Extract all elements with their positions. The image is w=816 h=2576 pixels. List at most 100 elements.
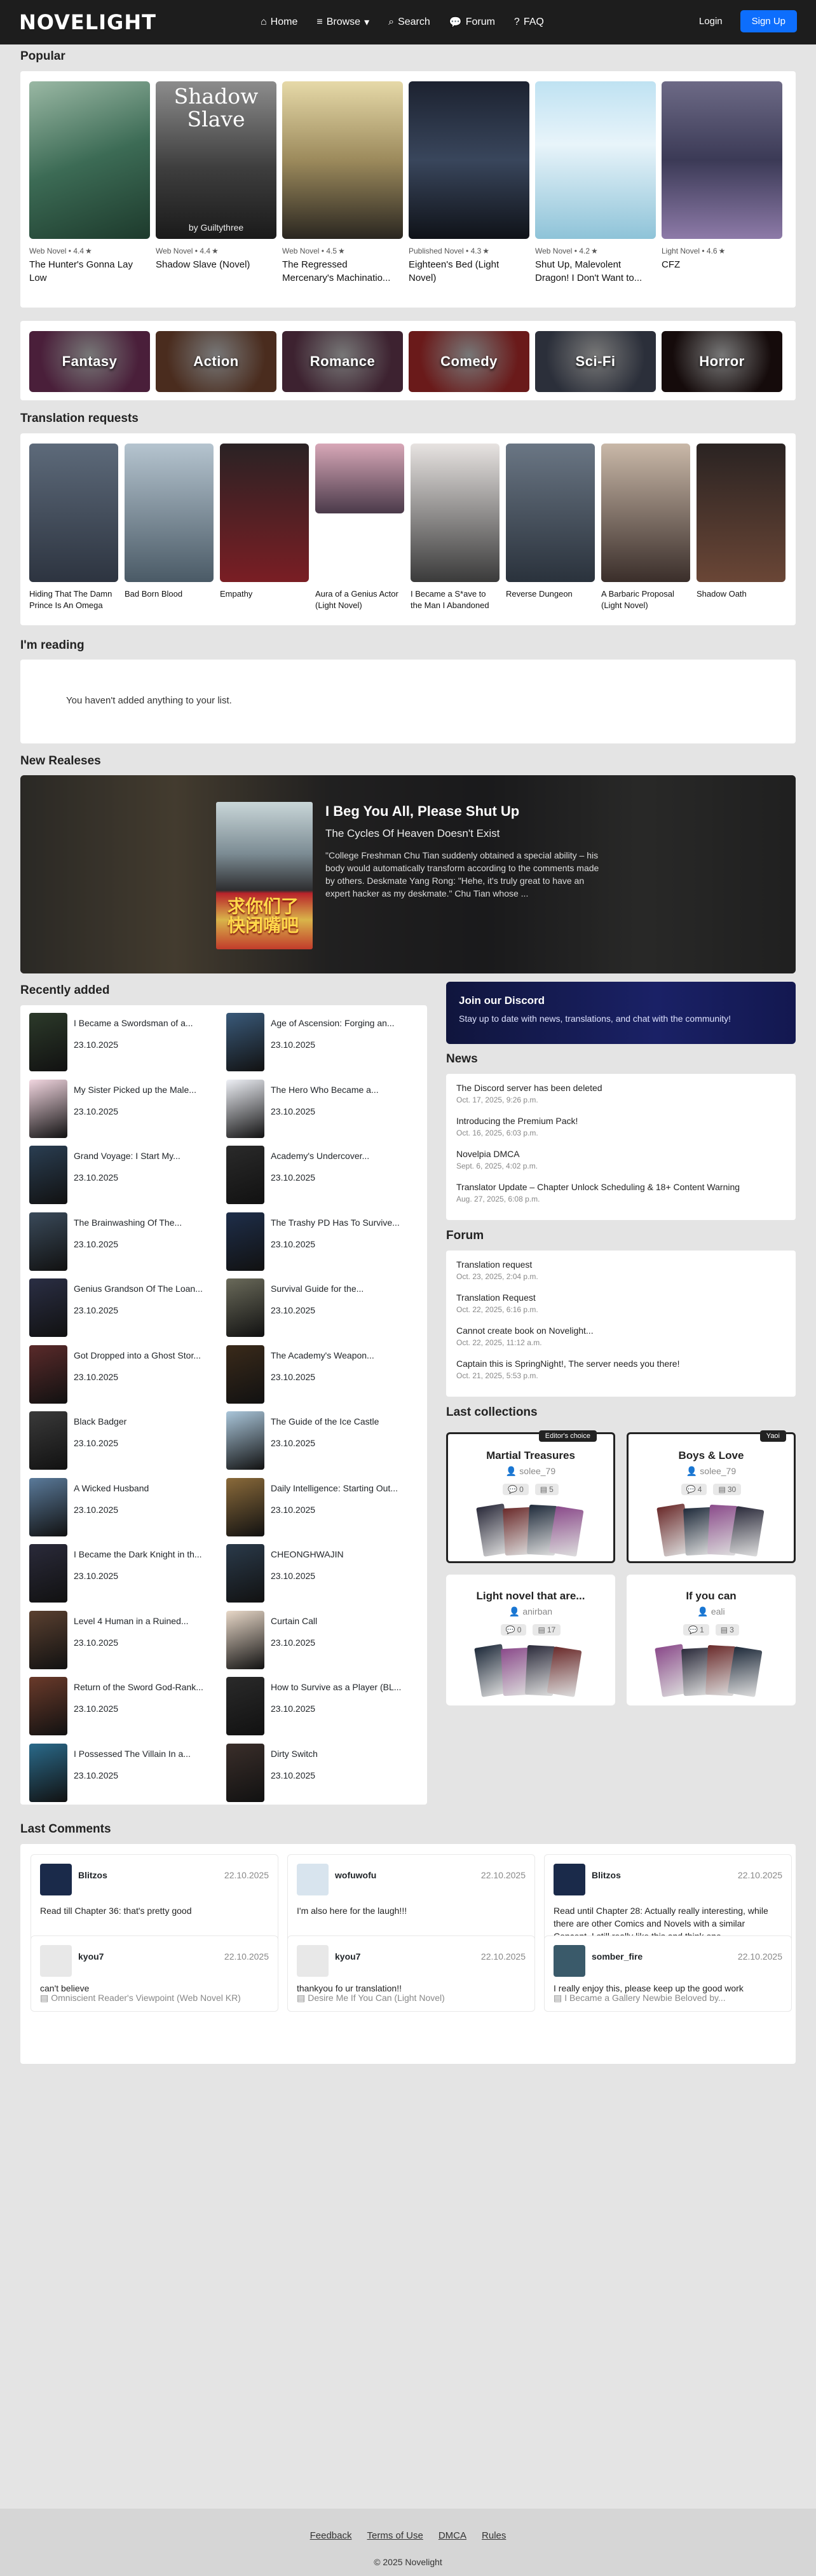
new-release-banner[interactable]: 求你们了 快闭嘴吧 I Beg You All, Please Shut Up T… <box>20 775 796 973</box>
avatar[interactable] <box>554 1864 585 1895</box>
translation-request-cover[interactable] <box>29 444 118 582</box>
recent-item[interactable]: My Sister Picked up the Male... 23.10.202… <box>29 1079 214 1138</box>
nav-search[interactable]: ⌕ Search <box>388 17 430 28</box>
popular-title-link[interactable]: CFZ <box>662 258 779 271</box>
popular-cover[interactable] <box>409 81 529 239</box>
popular-title-link[interactable]: Shut Up, Malevolent Dragon! I Don't Want… <box>535 258 653 285</box>
collection-card[interactable]: Light novel that are... 👤 anirban 💬 0 ▤ 17 <box>446 1575 615 1705</box>
news-item-title[interactable]: The Discord server has been deleted <box>456 1083 799 1093</box>
recent-item[interactable]: The Hero Who Became a... 23.10.2025 <box>226 1079 411 1138</box>
forum-item-title[interactable]: Cannot create book on Novelight... <box>456 1325 799 1336</box>
translation-request-title[interactable]: I Became a S*ave to the Man I Abandoned <box>411 588 500 611</box>
genre-comedy[interactable]: Comedy <box>409 331 529 392</box>
genre-romance[interactable]: Romance <box>282 331 403 392</box>
popular-cover[interactable]: Shadow Slave by Guiltythree <box>156 81 276 239</box>
discord-banner[interactable]: Join our Discord Stay up to date with ne… <box>446 982 796 1044</box>
comment-username[interactable]: Blitzos <box>78 1870 107 1880</box>
recent-item[interactable]: Dirty Switch 23.10.2025 <box>226 1743 411 1802</box>
recent-thumbnail[interactable] <box>226 1411 264 1470</box>
recent-title[interactable]: Dirty Switch <box>271 1749 411 1759</box>
site-logo[interactable]: NOVELIGHT <box>19 10 156 34</box>
avatar[interactable] <box>40 1945 72 1977</box>
collection-title[interactable]: Light novel that are... <box>446 1590 615 1603</box>
news-item-title[interactable]: Novelpia DMCA <box>456 1149 799 1159</box>
recent-thumbnail[interactable] <box>29 1544 67 1603</box>
recent-thumbnail[interactable] <box>29 1345 67 1404</box>
popular-title-link[interactable]: The Regressed Mercenary's Machinatio... <box>282 258 400 285</box>
genre-horror[interactable]: Horror <box>662 331 782 392</box>
recent-item[interactable]: Genius Grandson Of The Loan... 23.10.2025 <box>29 1278 214 1337</box>
new-release-cover[interactable]: 求你们了 快闭嘴吧 <box>216 802 313 949</box>
translation-request-cover[interactable] <box>601 444 690 582</box>
translation-request-title[interactable]: Shadow Oath <box>697 588 785 600</box>
recent-title[interactable]: Genius Grandson Of The Loan... <box>74 1284 214 1294</box>
recent-thumbnail[interactable] <box>226 1477 264 1536</box>
recent-title[interactable]: My Sister Picked up the Male... <box>74 1085 214 1095</box>
recent-title[interactable]: The Trashy PD Has To Survive... <box>271 1217 411 1228</box>
footer-dmca-link[interactable]: DMCA <box>439 2530 466 2541</box>
recent-thumbnail[interactable] <box>226 1743 264 1802</box>
forum-item[interactable]: Captain this is SpringNight!, The server… <box>456 1359 799 1380</box>
popular-cover[interactable] <box>662 81 782 239</box>
recent-title[interactable]: I Became a Swordsman of a... <box>74 1018 214 1028</box>
translation-request-cover[interactable] <box>315 444 404 513</box>
comment-book-link[interactable]: ▤ Omniscient Reader's Viewpoint (Web Nove… <box>40 1993 269 2003</box>
login-button[interactable]: Login <box>690 10 731 32</box>
footer-feedback-link[interactable]: Feedback <box>310 2530 352 2541</box>
forum-item[interactable]: Translation Request Oct. 22, 2025, 6:16 p… <box>456 1292 799 1314</box>
recent-item[interactable]: Survival Guide for the... 23.10.2025 <box>226 1278 411 1337</box>
footer-terms-link[interactable]: Terms of Use <box>367 2530 423 2541</box>
new-release-title[interactable]: I Beg You All, Please Shut Up <box>325 803 519 820</box>
comment-username[interactable]: wofuwofu <box>335 1870 376 1880</box>
recent-thumbnail[interactable] <box>226 1677 264 1735</box>
recent-thumbnail[interactable] <box>29 1079 67 1138</box>
recent-title[interactable]: The Hero Who Became a... <box>271 1085 411 1095</box>
news-item-title[interactable]: Translator Update – Chapter Unlock Sched… <box>456 1182 799 1192</box>
recent-title[interactable]: Got Dropped into a Ghost Stor... <box>74 1350 214 1360</box>
news-item[interactable]: Novelpia DMCA Sept. 6, 2025, 4:02 p.m. <box>456 1149 799 1170</box>
recent-title[interactable]: A Wicked Husband <box>74 1483 214 1493</box>
news-item[interactable]: The Discord server has been deleted Oct. … <box>456 1083 799 1104</box>
recent-title[interactable]: Level 4 Human in a Ruined... <box>74 1616 214 1626</box>
collection-user[interactable]: 👤 solee_79 <box>448 1466 613 1477</box>
comment-book-link[interactable]: ▤ I Became a Gallery Newbie Beloved by... <box>554 1993 782 2003</box>
recent-title[interactable]: Curtain Call <box>271 1616 411 1626</box>
recent-title[interactable]: Return of the Sword God-Rank... <box>74 1682 214 1692</box>
comment-book-link[interactable]: ▤ Desire Me If You Can (Light Novel) <box>297 1993 526 2003</box>
comment-username[interactable]: somber_fire <box>592 1951 643 1962</box>
recent-item[interactable]: Academy's Undercover... 23.10.2025 <box>226 1146 411 1204</box>
recent-item[interactable]: Curtain Call 23.10.2025 <box>226 1610 411 1669</box>
translation-request-cover[interactable] <box>220 444 309 582</box>
collection-title[interactable]: If you can <box>627 1590 796 1603</box>
avatar[interactable] <box>40 1864 72 1895</box>
avatar[interactable] <box>297 1945 329 1977</box>
popular-cover[interactable] <box>282 81 403 239</box>
popular-title-link[interactable]: The Hunter's Gonna Lay Low <box>29 258 147 285</box>
forum-item-title[interactable]: Captain this is SpringNight!, The server… <box>456 1359 799 1369</box>
recent-item[interactable]: Grand Voyage: I Start My... 23.10.2025 <box>29 1146 214 1204</box>
translation-request-title[interactable]: Empathy <box>220 588 309 600</box>
translation-request-cover[interactable] <box>506 444 595 582</box>
nav-home[interactable]: ⌂ Home <box>261 17 297 28</box>
recent-item[interactable]: Got Dropped into a Ghost Stor... 23.10.20… <box>29 1345 214 1404</box>
collection-card[interactable]: Yaoi Boys & Love 👤 solee_79 💬 4 ▤ 30 <box>627 1430 796 1563</box>
comment-username[interactable]: kyou7 <box>78 1951 104 1962</box>
forum-item-title[interactable]: Translation request <box>456 1259 799 1270</box>
recent-item[interactable]: Daily Intelligence: Starting Out... 23.10… <box>226 1477 411 1536</box>
recent-thumbnail[interactable] <box>226 1610 264 1669</box>
translation-request-title[interactable]: Bad Born Blood <box>125 588 214 600</box>
news-item-title[interactable]: Introducing the Premium Pack! <box>456 1116 799 1126</box>
recent-title[interactable]: I Became the Dark Knight in th... <box>74 1549 214 1559</box>
collection-title[interactable]: Boys & Love <box>629 1449 794 1462</box>
collection-title[interactable]: Martial Treasures <box>448 1449 613 1462</box>
recent-thumbnail[interactable] <box>29 1411 67 1470</box>
recent-title[interactable]: I Possessed The Villain In a... <box>74 1749 214 1759</box>
recent-thumbnail[interactable] <box>29 1743 67 1802</box>
recent-item[interactable]: CHEONGHWAJIN 23.10.2025 <box>226 1544 411 1603</box>
translation-request-cover[interactable] <box>125 444 214 582</box>
recent-item[interactable]: Black Badger 23.10.2025 <box>29 1411 214 1470</box>
recent-item[interactable]: Level 4 Human in a Ruined... 23.10.2025 <box>29 1610 214 1669</box>
nav-faq[interactable]: ? FAQ <box>514 17 544 28</box>
comment-username[interactable]: Blitzos <box>592 1870 621 1880</box>
translation-request-title[interactable]: Aura of a Genius Actor (Light Novel) <box>315 588 404 611</box>
